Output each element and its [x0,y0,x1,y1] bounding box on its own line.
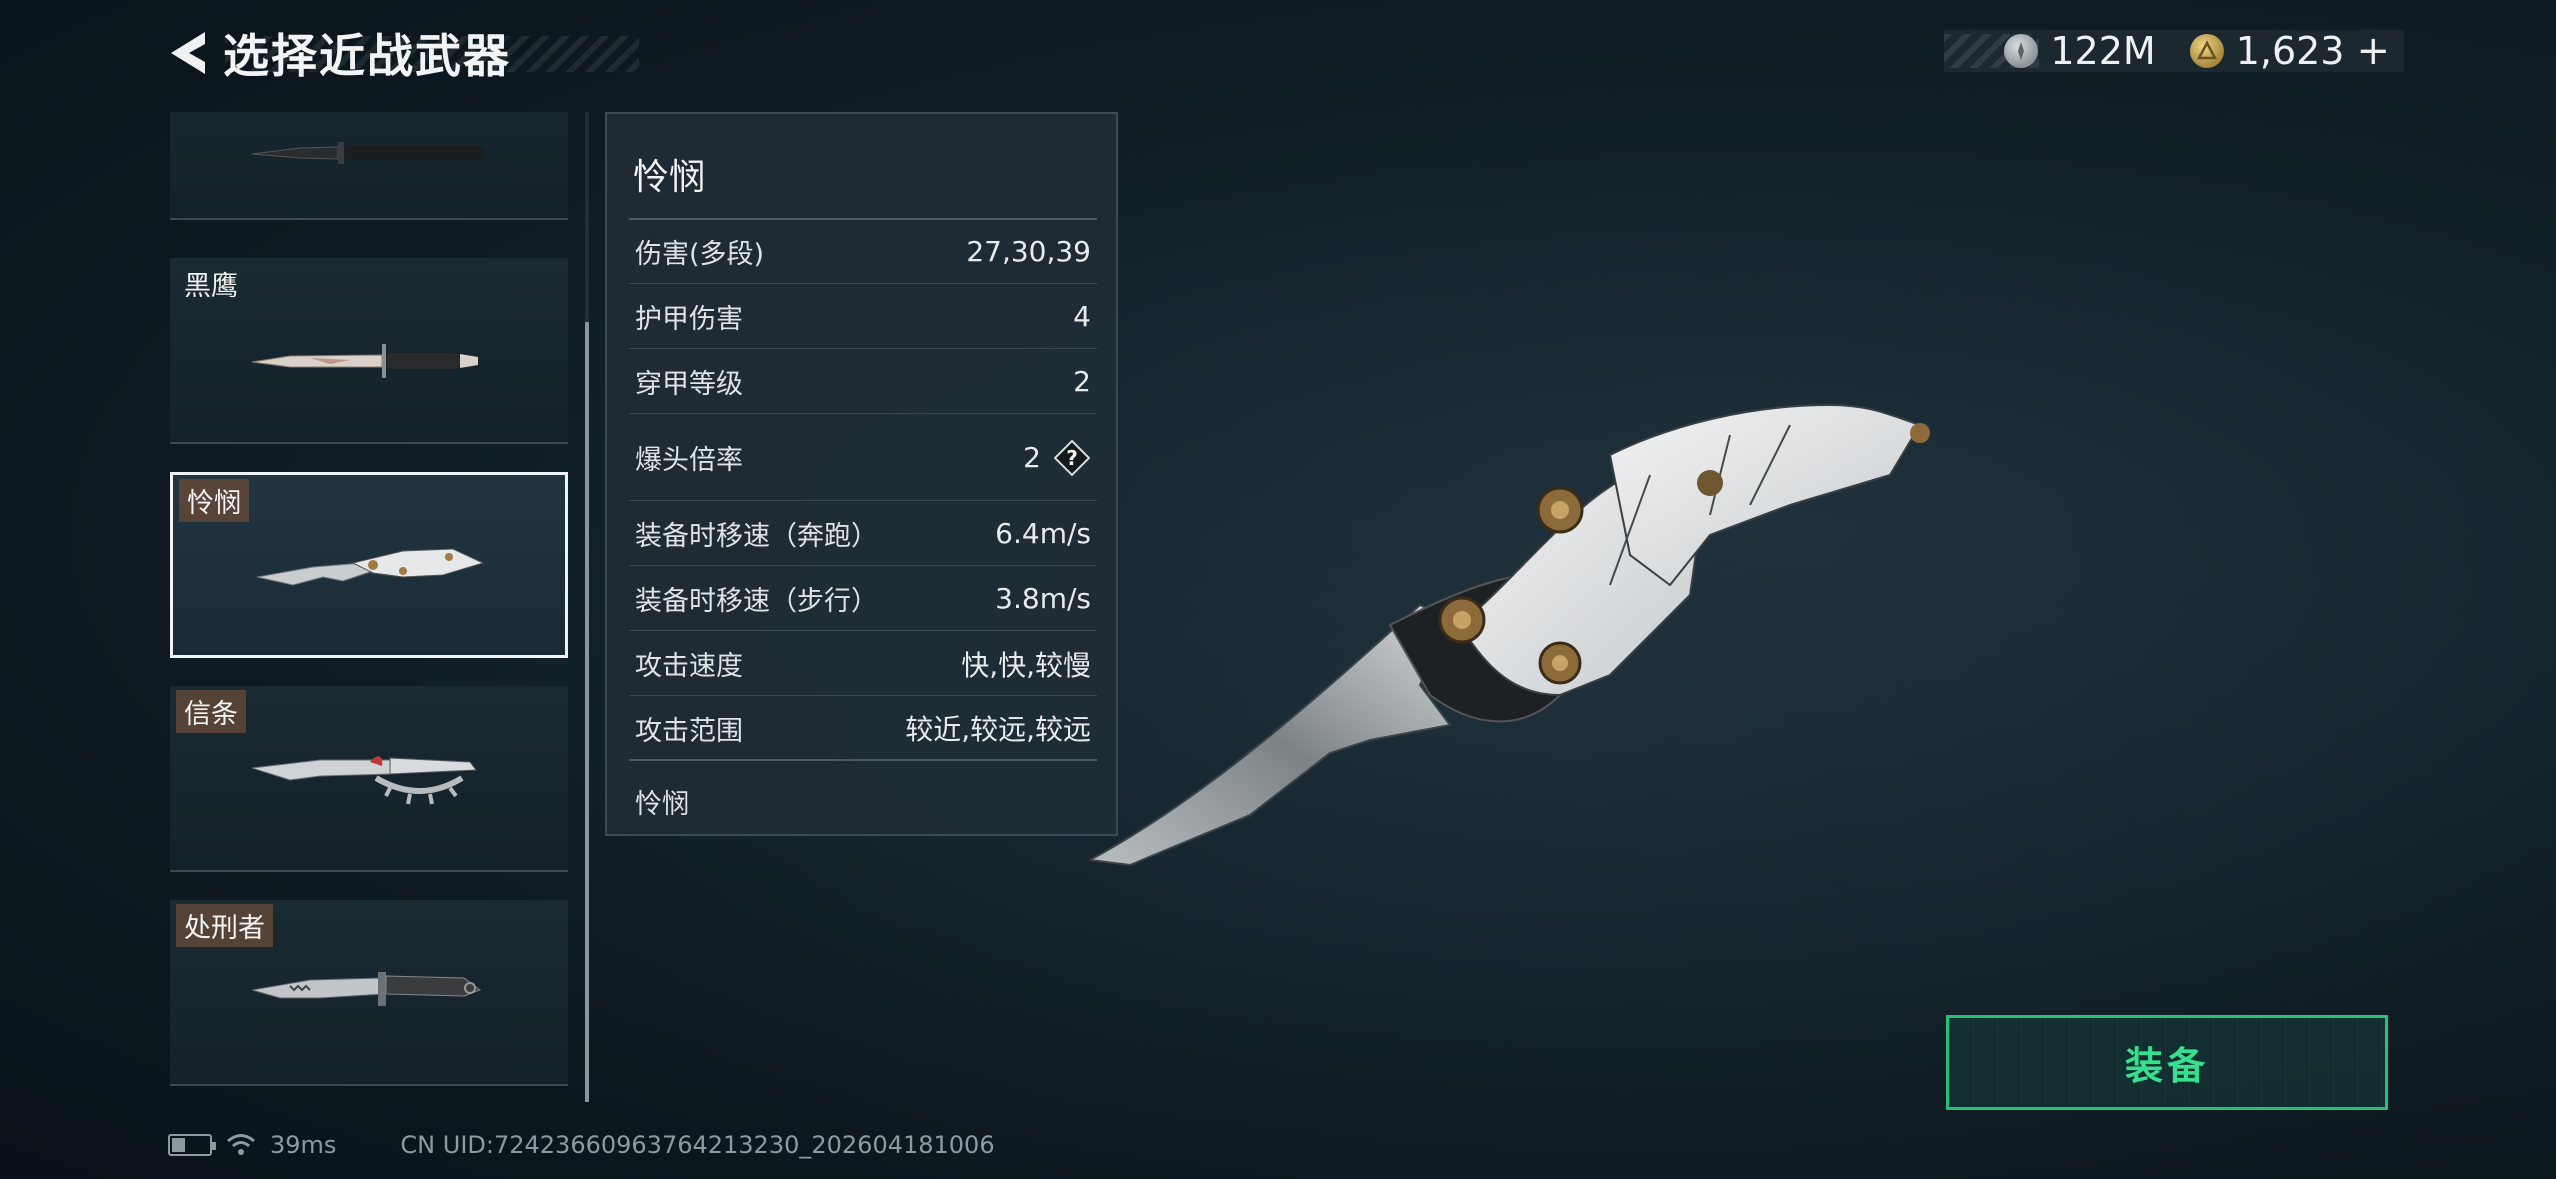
weapon-card-label: 处刑者 [176,904,273,947]
gold-currency-value: 1,623 [2235,29,2345,73]
weapon-list-scrollbar[interactable] [585,112,589,1102]
stat-label: 护甲伤害 [635,304,743,335]
stat-row-armor-damage: 护甲伤害 4 [629,285,1097,349]
creed-knife-icon [251,756,477,805]
equip-button[interactable]: 装备 [1946,1015,2388,1110]
page-title: 选择近战武器 [223,29,511,83]
wifi-icon [227,1134,255,1155]
help-symbol: ? [1066,446,1078,470]
battery-icon [168,1134,216,1156]
stat-value: 27,30,39 [966,235,1091,268]
weapon-stats-panel: 怜悯 伤害(多段) 27,30,39 护甲伤害 4 穿甲等级 2 爆头倍率 2 … [605,112,1118,836]
stat-value: 6.4m/s [995,517,1091,550]
weapon-card[interactable] [170,112,568,220]
stat-row-damage: 伤害(多段) 27,30,39 [629,220,1097,284]
stat-row-penetration-level: 穿甲等级 2 [629,350,1097,414]
stat-value: 快,快,较慢 [961,648,1091,682]
stat-row-headshot-multiplier: 爆头倍率 2 ? [629,415,1097,501]
stat-value-group: 2 ? [1023,439,1097,477]
weapon-card-label: 信条 [176,690,246,733]
status-bar: 39ms CN UID:7242366096376421323​0_202604… [168,1128,995,1162]
weapon-card-label: 怜悯 [179,479,249,522]
stat-label: 装备时移速（奔跑） [635,521,878,552]
weapon-card[interactable]: 信条 [170,686,568,872]
stat-label: 穿甲等级 [635,369,743,400]
add-currency-button[interactable]: + [2356,28,2390,74]
stat-label: 伤害(多段) [635,239,765,270]
stat-row-run-speed: 装备时移速（奔跑） 6.4m/s [629,502,1097,566]
stat-label: 装备时移速（步行） [635,586,878,617]
weapon-card[interactable]: 处刑者 [170,900,568,1086]
help-icon[interactable]: ? [1053,439,1091,477]
header: 选择近战武器 [165,22,640,84]
stat-label: 攻击速度 [635,651,743,682]
executioner-knife-icon [251,972,482,1006]
weapon-list: 黑鹰 怜悯 信条 处刑者 [170,112,570,1102]
equip-button-label: 装备 [2124,1044,2209,1088]
scrollbar-thumb[interactable] [585,322,589,1102]
stat-row-walk-speed: 装备时移速（步行） 3.8m/s [629,567,1097,631]
mercy-knife-icon [256,548,485,586]
stat-row-attack-range: 攻击范围 较近,较远,较远 [629,697,1097,761]
silver-currency-value: 122M [2050,29,2156,73]
weapon-card[interactable]: 黑鹰 [170,258,568,444]
weapon-card-label: 黑鹰 [184,271,238,302]
stat-row-attack-speed: 攻击速度 快,快,较慢 [629,632,1097,696]
battery-level [172,1138,185,1152]
ping-value: 39ms [270,1131,337,1159]
stat-value: 4 [1073,300,1091,333]
combat-knife-icon [251,142,484,164]
stat-value: 3.8m/s [995,582,1091,615]
stat-value: 2 [1073,365,1091,398]
user-uid: CN UID:7242366096376421323​0_20260418100… [400,1131,995,1159]
back-arrow-icon [171,32,205,74]
weapon-name: 怜悯 [633,157,706,198]
weapon-card-selected[interactable]: 怜悯 [170,472,568,658]
gold-coin-icon [2189,34,2224,68]
stat-label: 攻击范围 [635,715,743,747]
stat-value: 2 [1023,441,1041,474]
stat-value: 较近,较远,较远 [905,713,1091,746]
mercy-knife-preview[interactable] [1090,395,1950,875]
currency-bar: 122M 1,623 + [1944,28,2404,74]
stat-label: 爆头倍率 [635,445,743,476]
weapon-description: 怜悯 [635,789,689,820]
black-hawk-knife-icon [251,344,478,378]
back-button[interactable] [165,22,211,84]
